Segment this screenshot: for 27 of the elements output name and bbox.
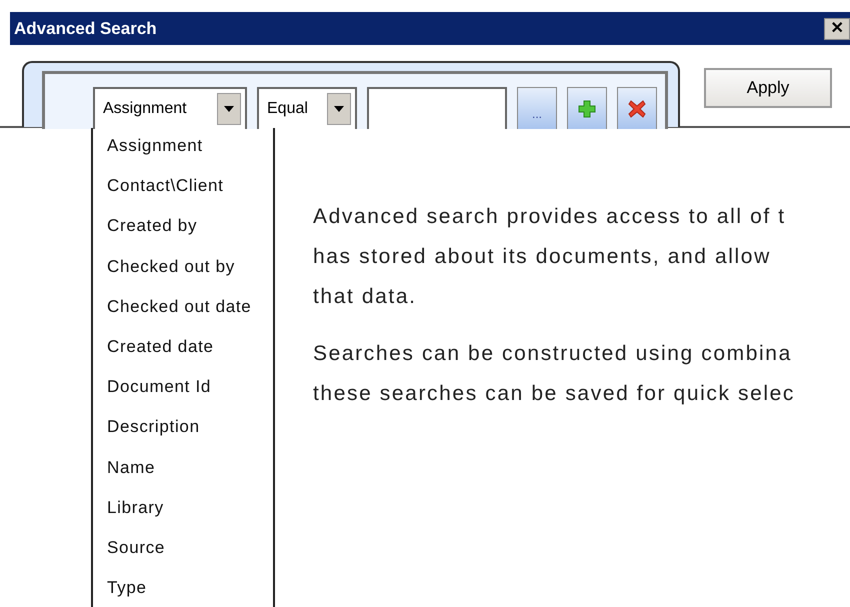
cross-icon	[628, 100, 646, 118]
dropdown-item[interactable]: Assignment	[93, 136, 273, 176]
caret-icon	[327, 93, 351, 125]
dropdown-item[interactable]: Library	[93, 498, 273, 538]
dropdown-item[interactable]: Name	[93, 458, 273, 498]
operator-dropdown[interactable]: Equal	[257, 87, 357, 129]
dropdown-item[interactable]: Checked out date	[93, 296, 273, 337]
dropdown-item[interactable]: Type	[93, 578, 273, 607]
field-dropdown[interactable]: Assignment	[93, 87, 247, 129]
dropdown-item[interactable]: Document Id	[93, 377, 273, 418]
browse-button[interactable]: ...	[517, 87, 557, 129]
apply-button[interactable]: Apply	[704, 68, 832, 108]
add-button[interactable]	[567, 87, 607, 129]
help-paragraph: Searches can be constructed using combina these searches can be saved for quick selec	[313, 341, 796, 407]
remove-button[interactable]	[617, 87, 657, 129]
window-title: Advanced Search	[13, 18, 157, 38]
plus-icon	[578, 100, 596, 118]
dropdown-item[interactable]: Created by	[93, 216, 273, 257]
dropdown-item[interactable]: Contact\Client	[93, 176, 273, 216]
dropdown-item[interactable]: Source	[93, 538, 273, 578]
dropdown-item[interactable]: Checked out by	[93, 256, 273, 297]
caret-icon	[217, 93, 241, 125]
value-field[interactable]	[367, 87, 507, 129]
dropdown-item[interactable]: Description	[93, 417, 273, 458]
help-paragraph: Advanced search provides access to all of t has stored about its documents, and allow that data.	[313, 204, 787, 310]
close-button[interactable]: ✕	[824, 18, 850, 40]
dropdown-item[interactable]: Created date	[93, 336, 273, 378]
